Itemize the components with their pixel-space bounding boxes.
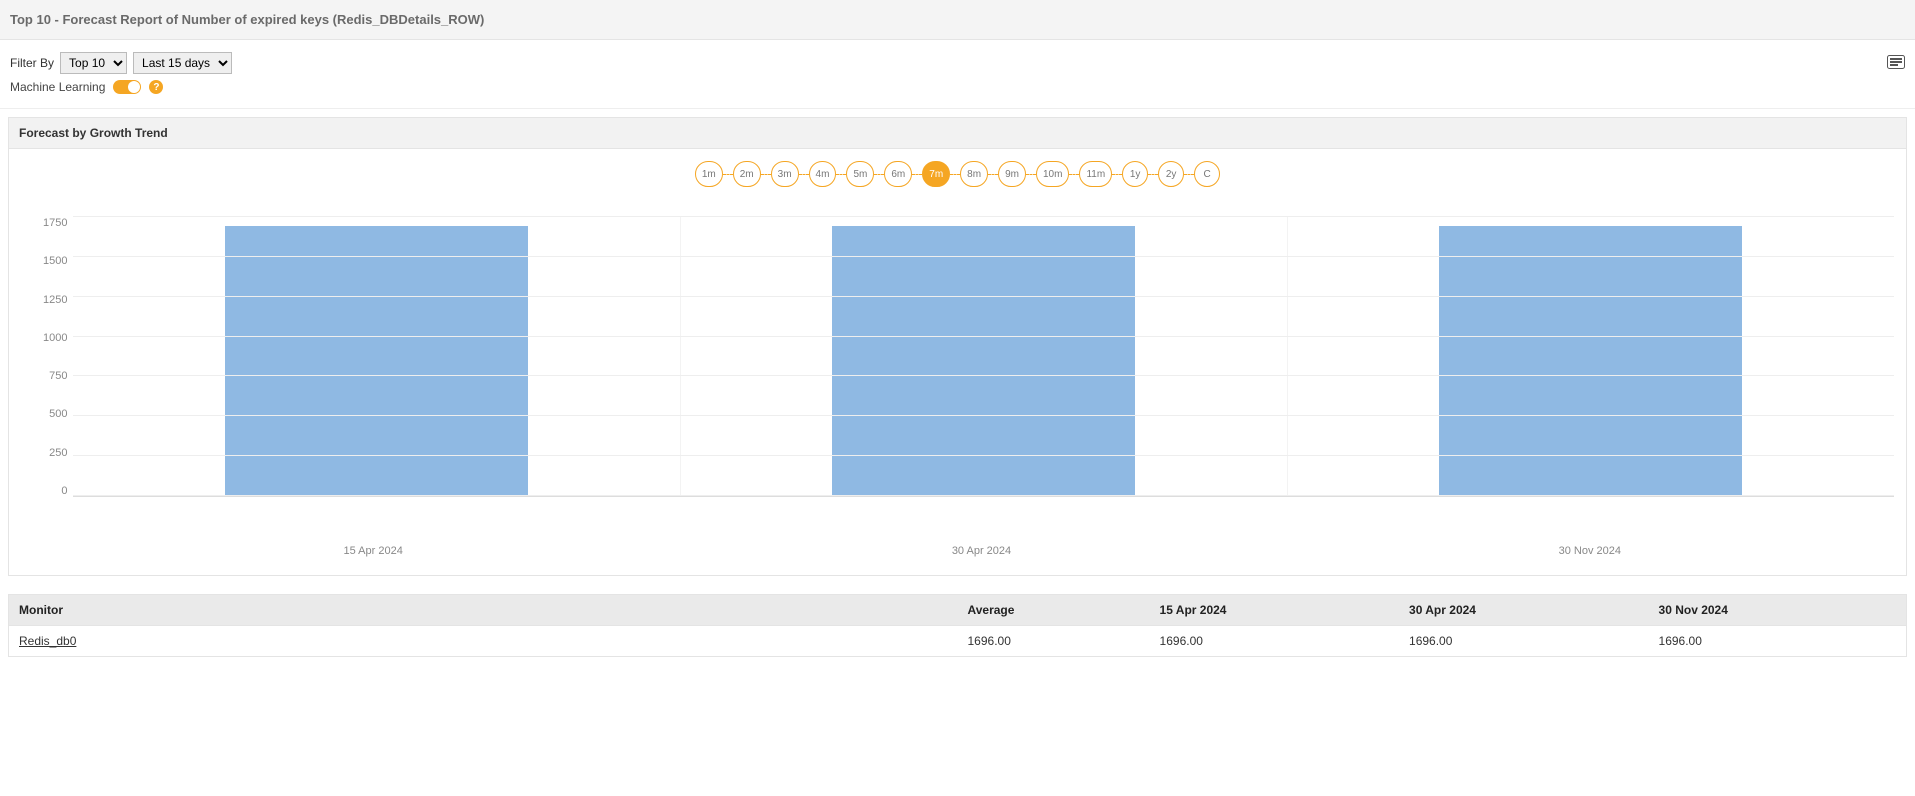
gridline [73,216,1894,217]
table-header: 30 Apr 2024 [1399,595,1648,626]
y-tick: 1000 [43,332,67,344]
table-header: 15 Apr 2024 [1150,595,1399,626]
pill-connector [1184,174,1194,175]
gridline [73,455,1894,456]
pill-connector [912,174,922,175]
y-tick: 1750 [43,217,67,229]
pill-connector [836,174,846,175]
monitor-link[interactable]: Redis_db0 [19,634,76,648]
chart-card: 1m 2m 3m 4m 5m 6m 7m 8m 9m 10m 11m 1y 2y C 1750 1500 12… [8,149,1907,576]
monitor-cell: Redis_db0 [9,626,958,657]
pill-connector [723,174,733,175]
y-tick: 1250 [43,294,67,306]
range-pill-6m[interactable]: 6m [884,161,912,187]
y-axis: 1750 1500 1250 1000 750 500 250 0 [43,217,73,497]
ml-label: Machine Learning [10,80,105,94]
range-pill-3m[interactable]: 3m [771,161,799,187]
filter-controls: Filter By Top 10 Last 15 days [0,40,1915,80]
pill-connector [1112,174,1122,175]
bar-slot [73,217,680,496]
chart-plot [73,217,1894,497]
table-header: 30 Nov 2024 [1649,595,1907,626]
filter-top-select[interactable]: Top 10 [60,52,127,74]
y-tick: 1500 [43,255,67,267]
pill-connector [1069,174,1079,175]
pill-connector [988,174,998,175]
range-pill-5m[interactable]: 5m [846,161,874,187]
chart-area: 1750 1500 1250 1000 750 500 250 0 [21,217,1894,537]
range-pill-8m[interactable]: 8m [960,161,988,187]
y-tick: 0 [61,485,67,497]
x-tick: 15 Apr 2024 [69,537,677,557]
ml-toggle[interactable] [113,80,141,94]
gridline [73,336,1894,337]
value-cell: 1696.00 [1399,626,1648,657]
value-cell: 1696.00 [1150,626,1399,657]
range-pill-7m[interactable]: 7m [922,161,950,187]
range-pill-1y[interactable]: 1y [1122,161,1148,187]
x-tick: 30 Nov 2024 [1286,537,1894,557]
y-tick: 500 [49,408,67,420]
range-pill-11m[interactable]: 11m [1079,161,1112,187]
ml-row: Machine Learning ? [0,80,1915,108]
filter-range-select[interactable]: Last 15 days [133,52,232,74]
page-title: Top 10 - Forecast Report of Number of ex… [0,0,1915,40]
filter-label: Filter By [10,56,54,70]
pill-connector [874,174,884,175]
pill-connector [1148,174,1158,175]
bar-slot [681,217,1288,496]
bar-slot [1288,217,1894,496]
bars-row [73,217,1894,496]
pill-connector [950,174,960,175]
range-pill-2y[interactable]: 2y [1158,161,1184,187]
forecast-table: Monitor Average 15 Apr 2024 30 Apr 2024 … [8,594,1907,657]
table-header: Monitor [9,595,958,626]
table-row: Redis_db01696.001696.001696.001696.00 [9,626,1907,657]
gridline [73,495,1894,496]
gridline [73,415,1894,416]
x-tick: 30 Apr 2024 [677,537,1285,557]
range-pill-4m[interactable]: 4m [809,161,837,187]
range-pill-C[interactable]: C [1194,161,1220,187]
range-pill-1m[interactable]: 1m [695,161,723,187]
pill-connector [1026,174,1036,175]
export-icon[interactable] [1887,53,1905,74]
gridline [73,296,1894,297]
pill-connector [799,174,809,175]
avg-cell: 1696.00 [958,626,1150,657]
gridline [73,375,1894,376]
pill-connector [761,174,771,175]
value-cell: 1696.00 [1649,626,1907,657]
divider [0,108,1915,109]
gridline [73,256,1894,257]
range-pill-9m[interactable]: 9m [998,161,1026,187]
section-title: Forecast by Growth Trend [8,117,1907,149]
range-pill-2m[interactable]: 2m [733,161,761,187]
range-pill-10m[interactable]: 10m [1036,161,1069,187]
y-tick: 750 [49,370,67,382]
table-header-row: Monitor Average 15 Apr 2024 30 Apr 2024 … [9,595,1907,626]
help-icon[interactable]: ? [149,80,163,94]
y-tick: 250 [49,447,67,459]
table-header: Average [958,595,1150,626]
x-axis-labels: 15 Apr 202430 Apr 202430 Nov 2024 [69,537,1894,557]
range-pills: 1m 2m 3m 4m 5m 6m 7m 8m 9m 10m 11m 1y 2y C [21,161,1894,187]
